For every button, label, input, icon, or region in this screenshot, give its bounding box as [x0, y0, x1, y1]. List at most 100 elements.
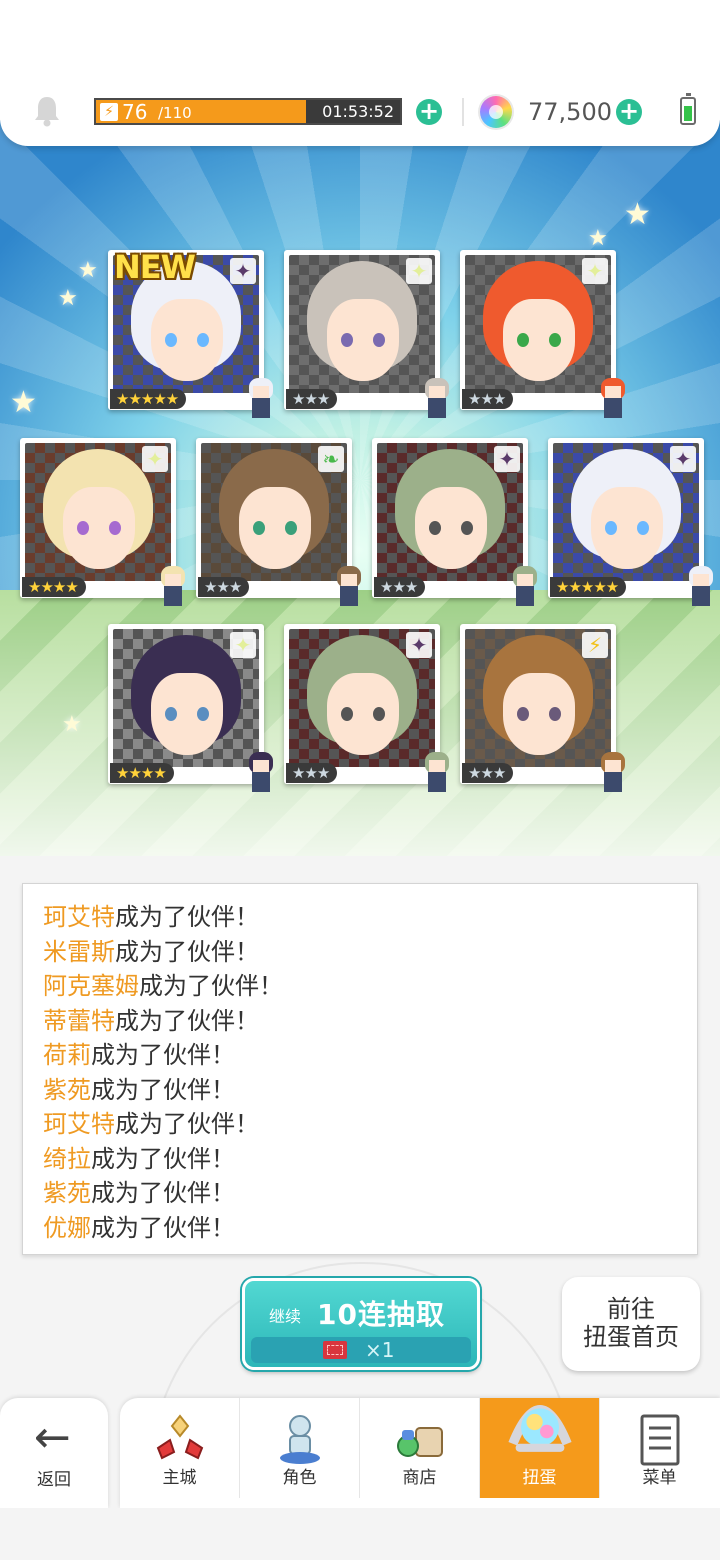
result-card[interactable]: ✦ ★★★★★ NEW [108, 248, 273, 418]
log-suffix: 成为了伙伴！ [115, 1006, 259, 1035]
tab-gacha[interactable]: 扭蛋 [480, 1398, 600, 1498]
tab-shop[interactable]: 商店 [360, 1398, 480, 1498]
result-card[interactable]: ✦ ★★★ [284, 624, 449, 792]
gacha-orb-icon [508, 1405, 572, 1452]
element-dark-icon: ✦ [670, 446, 696, 472]
portrait-face [63, 487, 135, 569]
system-gesture-bar [0, 1508, 720, 1560]
portrait-eye [373, 707, 385, 721]
portrait-eye [77, 521, 89, 535]
pixel-sprite-icon [156, 566, 190, 612]
pixel-sprite-icon [508, 566, 542, 612]
bottom-navigation: ← 返回 主城 角色 商店 扭蛋 菜单 [0, 1398, 720, 1510]
log-line: 阿克塞姆成为了伙伴！ [43, 969, 697, 1004]
continue-10-pull-button[interactable]: 继续 10连抽取 ×1 [242, 1278, 480, 1370]
portrait-face [591, 487, 663, 569]
back-button[interactable]: ← 返回 [0, 1398, 108, 1508]
element-light-icon: ✦ [142, 446, 168, 472]
battery-icon [680, 93, 696, 125]
result-card[interactable]: ✦ ★★★ [284, 250, 449, 418]
rarity-stars: ★★★ [198, 577, 250, 597]
portrait-eye [517, 707, 529, 721]
log-line: 荷莉成为了伙伴！ [43, 1038, 697, 1073]
element-light-icon: ✦ [406, 258, 432, 284]
log-suffix: 成为了伙伴！ [91, 1075, 235, 1104]
result-card[interactable]: ✦ ★★★ [460, 250, 625, 418]
log-suffix: 成为了伙伴！ [115, 903, 259, 931]
sprite-face [165, 574, 181, 586]
divider [462, 98, 464, 126]
sparkle-icon: ★ [78, 258, 98, 283]
tab-label: 扭蛋 [522, 1468, 557, 1488]
character-name: 优娜 [43, 1213, 91, 1242]
tab-main-city[interactable]: 主城 [120, 1398, 240, 1498]
go-to-gacha-home-button[interactable]: 前往 扭蛋首页 [562, 1277, 700, 1371]
status-bar: ⚡ 76 /110 01:53:52 + 77,500 + [0, 0, 720, 146]
gacha-home-label-line1: 前往 [607, 1295, 655, 1323]
portrait-face [151, 299, 223, 381]
character-name: 紫苑 [43, 1075, 91, 1104]
tab-characters[interactable]: 角色 [240, 1398, 360, 1498]
portrait-eye [253, 521, 265, 535]
portrait-eye [373, 333, 385, 347]
portrait-eye [461, 521, 473, 535]
log-suffix: 成为了伙伴！ [115, 937, 259, 966]
new-badge: NEW [114, 248, 196, 286]
tab-label: 主城 [162, 1468, 197, 1488]
pixel-sprite-icon [244, 752, 278, 798]
rarity-stars: ★★★★ [22, 577, 86, 597]
portrait-eye [197, 333, 209, 347]
pixel-sprite-icon [596, 752, 630, 798]
result-card[interactable]: ❧ ★★★ [196, 438, 361, 606]
log-line: 珂艾特成为了伙伴！ [43, 1107, 697, 1142]
portrait-face [503, 299, 575, 381]
result-card[interactable]: ✦ ★★★★ [108, 624, 273, 792]
character-name: 蒂蕾特 [43, 1006, 115, 1035]
sprite-body [604, 398, 622, 418]
tab-menu[interactable]: 菜单 [600, 1398, 719, 1498]
portrait-eye [165, 707, 177, 721]
element-wind-icon: ❧ [318, 446, 344, 472]
add-stamina-button[interactable]: + [416, 99, 442, 125]
portrait-eye [341, 333, 353, 347]
character-name: 荷莉 [43, 1041, 91, 1069]
portrait-eye [285, 521, 297, 535]
notification-bell-icon[interactable] [32, 94, 62, 128]
pixel-sprite-icon [596, 378, 630, 424]
sprite-body [692, 586, 710, 606]
result-card[interactable]: ⚡ ★★★ [460, 624, 625, 792]
pull-cost-count: ×1 [365, 1338, 395, 1362]
portrait-eye [549, 333, 561, 347]
sprite-body [340, 586, 358, 606]
continue-small-label: 继续 [269, 1307, 302, 1326]
sprite-face [429, 386, 445, 398]
sprite-body [604, 772, 622, 792]
portrait-face [503, 673, 575, 755]
portrait-eye [637, 521, 649, 535]
add-gems-button[interactable]: + [616, 99, 642, 125]
pixel-sprite-icon [244, 378, 278, 424]
continue-main-label: 10连抽取 [317, 1298, 445, 1331]
rarity-stars: ★★★★ [110, 763, 174, 783]
rarity-stars: ★★★★★ [110, 389, 187, 409]
gacha-ticket-icon [323, 1341, 347, 1359]
menu-list-icon [640, 1414, 680, 1466]
result-card[interactable]: ✦ ★★★★★ [548, 438, 713, 606]
portrait-eye [109, 521, 121, 535]
back-arrow-icon: ← [34, 1412, 71, 1463]
result-card[interactable]: ✦ ★★★ [372, 438, 537, 606]
castle-icon [156, 1414, 204, 1460]
sprite-body [252, 398, 270, 418]
portrait-face [415, 487, 487, 569]
pull-cost: ×1 [251, 1337, 471, 1363]
log-line: 绮拉成为了伙伴！ [43, 1142, 697, 1177]
log-line: 米雷斯成为了伙伴！ [43, 935, 697, 970]
stamina-current: 76 [122, 100, 148, 124]
sprite-body [252, 772, 270, 792]
log-suffix: 成为了伙伴！ [139, 972, 283, 1000]
log-line: 蒂蕾特成为了伙伴！ [43, 1004, 697, 1039]
portrait-eye [165, 333, 177, 347]
result-card[interactable]: ✦ ★★★★ [20, 438, 185, 606]
log-line: 珂艾特成为了伙伴！ [43, 900, 697, 935]
character-name: 阿克塞姆 [43, 972, 139, 1000]
